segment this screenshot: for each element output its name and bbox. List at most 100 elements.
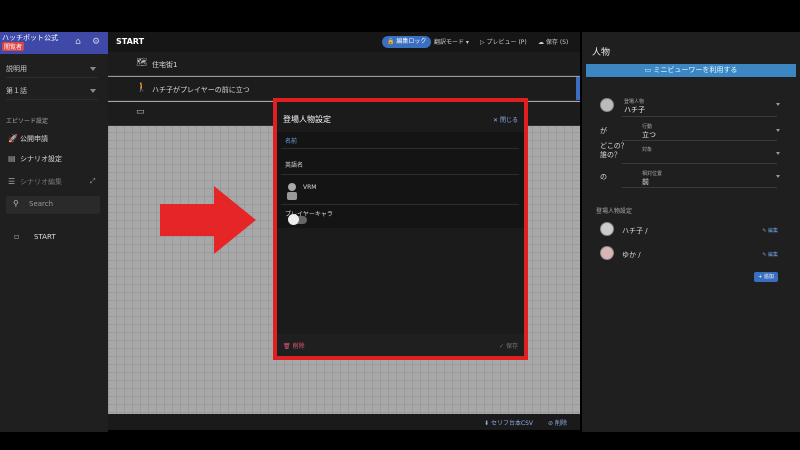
save-button[interactable]: ✓ 保存 — [499, 341, 518, 350]
toggle-knob — [288, 214, 299, 225]
character-settings-modal: 登場人物設定 ✕ 閉じる 名前 英語名 VRM プレイヤーキャラ 🗑 削除 ✓ … — [273, 98, 528, 360]
mini-viewer-label: ミニビューワーを利用する — [653, 66, 738, 74]
episode-select[interactable]: 第１話 — [6, 86, 98, 100]
search-icon: ⚲ — [13, 199, 19, 208]
home-icon[interactable]: ⌂ — [73, 37, 83, 47]
save-label: 保存 — [505, 343, 518, 350]
particle-no: の — [600, 173, 607, 181]
list-item[interactable]: ゆか / ✎ 編集 — [600, 246, 780, 262]
delete-scene-button[interactable]: ⊘ 削除 — [548, 418, 567, 427]
page-title: START — [116, 37, 145, 46]
character-name: ハチ子 / — [622, 227, 648, 235]
divider — [281, 174, 519, 175]
tree-item-start[interactable]: ▫ START — [14, 232, 56, 244]
sidebar-item-label: シナリオ編集 — [20, 178, 62, 186]
name-tab[interactable]: 名前 — [285, 136, 297, 145]
avatar — [600, 98, 614, 112]
translate-mode-label: 翻訳モード — [434, 39, 465, 46]
character-field-value[interactable]: ハチ子 — [624, 105, 645, 115]
avatar-head — [288, 183, 296, 191]
divider — [281, 148, 519, 149]
project-select[interactable]: 説明用 — [6, 64, 98, 78]
close-label: 閉じる — [499, 117, 518, 124]
arrow-right-icon — [160, 186, 256, 254]
action-field-value[interactable]: 立つ — [642, 130, 656, 140]
avatar — [600, 246, 614, 260]
delete-scene-label: 削除 — [554, 420, 567, 427]
avatar-body — [287, 192, 297, 200]
edit-label: 編集 — [767, 252, 778, 258]
scene-row-text: 住宅街1 — [152, 61, 178, 69]
modal-title: 登場人物設定 — [283, 115, 331, 124]
expand-icon[interactable]: ⤢ — [90, 177, 96, 186]
list-icon: ☰ — [8, 177, 16, 186]
chevron-down-icon[interactable] — [776, 129, 780, 132]
character-field-label: 登場人物 — [624, 99, 645, 105]
delete-button[interactable]: 🗑 削除 — [283, 341, 305, 350]
right-panel: 人物 ▭ ミニビューワーを利用する 登場人物 ハチ子 が 行動 立つ どこの？ … — [582, 32, 800, 432]
chevron-down-icon[interactable] — [776, 152, 780, 155]
characters-section-heading: 登場人物設定 — [596, 208, 633, 215]
delete-label: 削除 — [292, 343, 305, 350]
modal-empty-area — [277, 228, 524, 328]
arrow-shape — [160, 186, 256, 254]
app-window: 説明用 第１話 エピソード設定 🚀 公開申請 ▤ シナリオ設定 ☰ シナリオ編集 ⤢ … — [0, 0, 800, 450]
chevron-down-icon — [90, 67, 96, 71]
vrm-avatar-icon[interactable] — [285, 182, 299, 200]
edit-button[interactable]: ✎ 編集 — [762, 227, 778, 234]
modal-footer: 🗑 削除 ✓ 保存 — [277, 334, 524, 356]
chevron-down-icon[interactable] — [776, 175, 780, 178]
file-icon: ▫ — [14, 232, 20, 241]
walking-person-icon: 🚶 — [136, 83, 148, 93]
edit-lock-label: 編集ロック — [396, 38, 427, 45]
action-field-label: 行動 — [642, 124, 653, 130]
relative-field-value[interactable]: 前 — [642, 177, 649, 187]
rocket-icon: 🚀 — [8, 134, 18, 143]
document-icon: ▤ — [8, 154, 16, 163]
sidebar-item-scenario-edit[interactable]: ☰ シナリオ編集 ⤢ — [8, 177, 96, 189]
target-field-label: 対象 — [642, 147, 653, 153]
translate-mode-dropdown[interactable]: 翻訳モード ▾ — [434, 37, 469, 46]
chevron-down-icon[interactable] — [776, 103, 780, 106]
save-label: 保存 (S) — [545, 39, 569, 46]
sidebar-item-scenario-settings[interactable]: ▤ シナリオ設定 — [8, 154, 62, 166]
panel-title: 人物 — [592, 48, 611, 58]
search-input[interactable]: ⚲ Search — [6, 196, 100, 214]
player-character-toggle[interactable] — [288, 214, 307, 225]
divider — [281, 204, 519, 205]
mini-viewer-button[interactable]: ▭ ミニビューワーを利用する — [586, 64, 796, 77]
left-sidebar: 説明用 第１話 エピソード設定 🚀 公開申請 ▤ シナリオ設定 ☰ シナリオ編集 ⤢ … — [0, 32, 108, 432]
field-divider — [622, 187, 777, 188]
field-divider — [622, 140, 777, 141]
save-button[interactable]: ☁ 保存 (S) — [538, 37, 568, 46]
chevron-down-icon — [90, 89, 96, 93]
edit-lock-button[interactable]: 🔒 編集ロック — [382, 36, 432, 48]
map-icon: 🗺 — [136, 58, 148, 68]
tree-item-label: START — [34, 233, 56, 241]
list-item[interactable]: ハチ子 / ✎ 編集 — [600, 222, 780, 238]
english-name-field[interactable]: 英語名 — [285, 160, 303, 169]
sidebar-item-publish-request[interactable]: 🚀 公開申請 — [8, 134, 48, 146]
episode-settings-heading: エピソード設定 — [6, 118, 49, 125]
editor-topbar: START 🔒 編集ロック 翻訳モード ▾ ▷ プレビュー (P) ☁ 保存 (… — [108, 32, 580, 52]
preview-button[interactable]: ▷ プレビュー (P) — [480, 37, 527, 46]
relative-field-label: 相対位置 — [642, 171, 663, 177]
particle-ga: が — [600, 127, 607, 135]
scene-row-location[interactable]: 🗺 住宅街1 — [108, 52, 580, 76]
avatar — [600, 222, 614, 236]
close-button[interactable]: ✕ 閉じる — [493, 115, 518, 124]
where-who-label: どこの？ 誰の？ — [600, 142, 628, 159]
add-character-button[interactable]: + 追加 — [754, 272, 778, 282]
project-select-value: 説明用 — [6, 65, 27, 73]
search-placeholder: Search — [29, 200, 54, 208]
vrm-label: VRM — [303, 184, 317, 191]
scene-row-text: ハチ子がプレイヤーの前に立つ — [152, 86, 250, 94]
modal-body: 名前 英語名 VRM プレイヤーキャラ — [277, 132, 524, 328]
preview-label: プレビュー (P) — [486, 39, 527, 46]
gear-icon[interactable]: ⚙ — [91, 37, 101, 47]
export-csv-button[interactable]: ⬇ セリフ台本CSV — [484, 418, 533, 427]
export-csv-label: セリフ台本CSV — [490, 420, 534, 427]
edit-button[interactable]: ✎ 編集 — [762, 251, 778, 258]
sidebar-item-label: シナリオ設定 — [20, 155, 62, 163]
editor-bottombar: ⬇ セリフ台本CSV ⊘ 削除 — [108, 414, 580, 430]
